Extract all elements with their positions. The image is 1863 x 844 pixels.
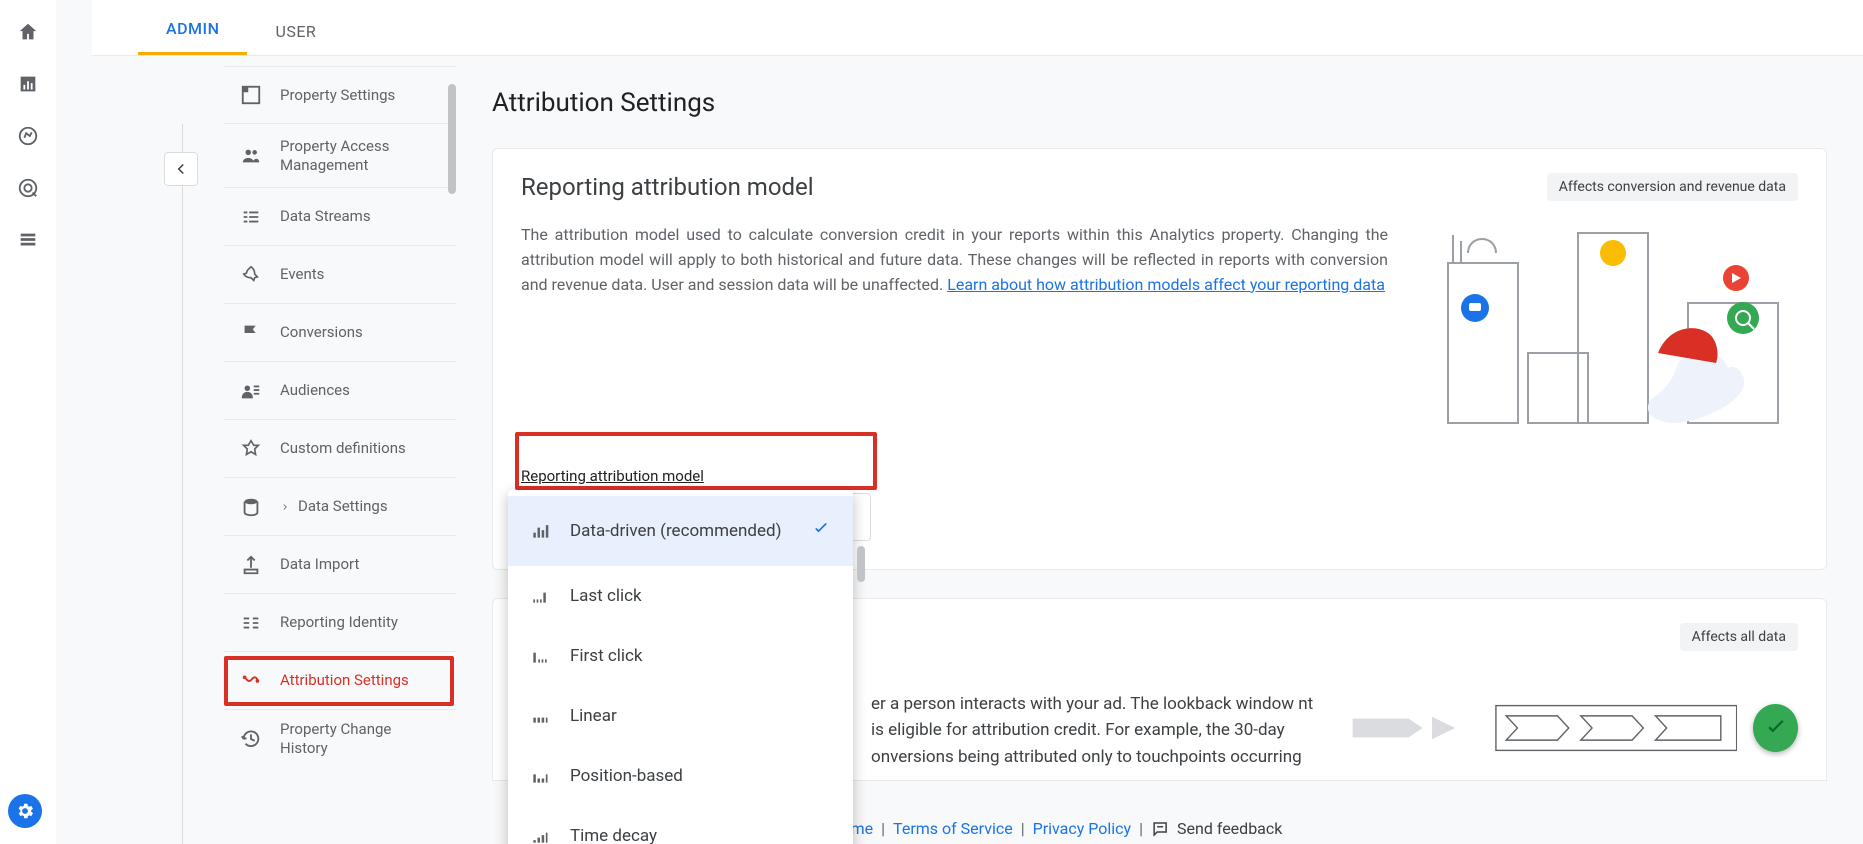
sidebar-item-label: Reporting Identity xyxy=(280,613,398,632)
position-based-icon xyxy=(530,766,550,786)
chevron-right-icon xyxy=(280,496,290,518)
upload-icon xyxy=(240,554,262,576)
menu-item-label: First click xyxy=(570,646,643,666)
tab-admin[interactable]: ADMIN xyxy=(138,19,247,55)
sidebar-item-label: Data Import xyxy=(280,555,359,574)
sidebar-divider xyxy=(182,124,183,844)
identity-icon xyxy=(240,612,262,634)
attribution-icon xyxy=(240,670,262,692)
badge-affects-all: Affects all data xyxy=(1680,623,1798,651)
back-button[interactable] xyxy=(164,152,198,186)
explore-icon[interactable] xyxy=(16,124,40,148)
sidebar-item-change-history[interactable]: Property Change History xyxy=(224,710,456,768)
menu-item-data-driven[interactable]: Data-driven (recommended) xyxy=(508,496,853,566)
sidebar-item-events[interactable]: Events xyxy=(224,246,456,304)
feedback-icon xyxy=(1151,820,1169,838)
sidebar-item-property-settings[interactable]: Property Settings xyxy=(224,66,456,124)
bar-chart-icon xyxy=(530,521,550,541)
sidebar-item-reporting-identity[interactable]: Reporting Identity xyxy=(224,594,456,652)
menu-item-label: Time decay xyxy=(570,826,657,844)
menu-item-time-decay[interactable]: Time decay xyxy=(508,806,853,844)
sidebar-item-custom-definitions[interactable]: Custom definitions xyxy=(224,420,456,478)
admin-gear-icon[interactable] xyxy=(8,794,42,828)
sidebar-item-label: Custom definitions xyxy=(280,439,406,458)
sidebar-item-label: Conversions xyxy=(280,323,363,342)
sidebar-item-audiences[interactable]: Audiences xyxy=(224,362,456,420)
check-icon xyxy=(811,519,831,544)
attribution-model-menu: Data-driven (recommended) Last click Fir… xyxy=(508,490,853,844)
sidebar-item-attribution-settings[interactable]: Attribution Settings xyxy=(224,652,456,710)
badge-affects-conversion: Affects conversion and revenue data xyxy=(1547,173,1798,201)
menu-item-first-click[interactable]: First click xyxy=(508,626,853,686)
linear-icon xyxy=(530,706,550,726)
hero-illustration xyxy=(1428,223,1798,443)
sidebar-item-label: Property Change History xyxy=(280,720,440,758)
menu-item-label: Data-driven (recommended) xyxy=(570,521,782,541)
lookback-illustration xyxy=(1348,703,1798,753)
configure-icon[interactable] xyxy=(16,228,40,252)
sidebar-item-label: Data Streams xyxy=(280,207,371,226)
sidebar-item-property-access[interactable]: Property Access Management xyxy=(224,124,456,188)
menu-item-label: Linear xyxy=(570,706,617,726)
audiences-icon xyxy=(240,380,262,402)
page-title: Attribution Settings xyxy=(492,88,1827,118)
menu-scrollbar[interactable] xyxy=(857,546,865,582)
menu-item-label: Last click xyxy=(570,586,642,606)
footer-link-tos[interactable]: Terms of Service xyxy=(893,819,1013,838)
sidebar-item-data-import[interactable]: Data Import xyxy=(224,536,456,594)
reports-icon[interactable] xyxy=(16,72,40,96)
menu-item-linear[interactable]: Linear xyxy=(508,686,853,746)
sidebar-item-label: Attribution Settings xyxy=(280,671,409,690)
footer-link-feedback[interactable]: Send feedback xyxy=(1177,819,1282,838)
sidebar-item-data-settings[interactable]: Data Settings xyxy=(224,478,456,536)
sidebar-item-label: Data Settings xyxy=(298,497,388,516)
database-icon xyxy=(240,496,262,518)
advertising-icon[interactable] xyxy=(16,176,40,200)
streams-icon xyxy=(240,206,262,228)
sidebar-item-label: Audiences xyxy=(280,381,350,400)
time-decay-icon xyxy=(530,826,550,844)
menu-item-last-click[interactable]: Last click xyxy=(508,566,853,626)
people-icon xyxy=(240,145,262,167)
settings-box-icon xyxy=(240,84,262,106)
events-icon xyxy=(240,264,262,286)
learn-link[interactable]: Learn about how attribution models affec… xyxy=(947,275,1385,294)
apply-check-icon[interactable] xyxy=(1753,704,1798,752)
last-click-icon xyxy=(530,586,550,606)
field-label: Reporting attribution model xyxy=(521,467,1798,485)
home-icon[interactable] xyxy=(16,20,40,44)
custom-def-icon xyxy=(240,438,262,460)
card-title: Reporting attribution model xyxy=(521,173,814,201)
sidebar-item-data-streams[interactable]: Data Streams xyxy=(224,188,456,246)
history-icon xyxy=(240,728,262,750)
sidebar-item-conversions[interactable]: Conversions xyxy=(224,304,456,362)
flag-icon xyxy=(240,322,262,344)
menu-item-position-based[interactable]: Position-based xyxy=(508,746,853,806)
menu-item-label: Position-based xyxy=(570,766,683,786)
sidebar-item-label: Property Settings xyxy=(280,86,395,105)
tab-user[interactable]: USER xyxy=(247,22,344,55)
sidebar-item-label: Events xyxy=(280,265,324,284)
footer-link-privacy[interactable]: Privacy Policy xyxy=(1033,819,1132,838)
card-description: The attribution model used to calculate … xyxy=(521,223,1388,443)
first-click-icon xyxy=(530,646,550,666)
sidebar-item-label: Property Access Management xyxy=(280,137,440,175)
sidebar-scrollbar[interactable] xyxy=(448,84,456,194)
